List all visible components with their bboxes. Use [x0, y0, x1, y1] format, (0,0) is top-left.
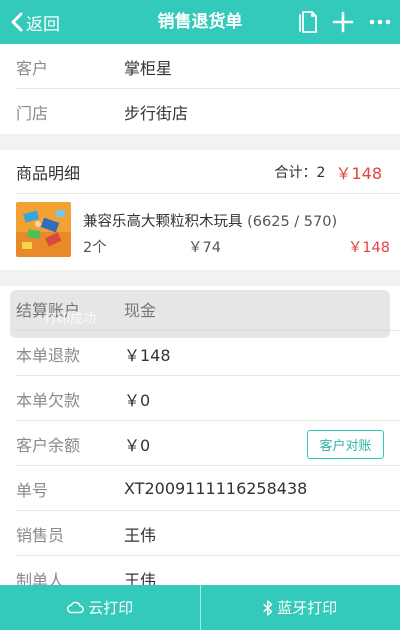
- cloud-print-button[interactable]: 云打印: [0, 585, 200, 630]
- creator-label: 制单人: [16, 570, 65, 586]
- creator-value: 王伟: [124, 570, 157, 586]
- back-button[interactable]: 返回: [10, 0, 60, 44]
- bluetooth-icon: [263, 599, 273, 616]
- debt-row: 本单欠款 ￥0: [0, 376, 400, 421]
- reconcile-button[interactable]: 客户对账: [307, 430, 384, 459]
- customer-label: 客户: [16, 58, 49, 78]
- store-row[interactable]: 门店 步行街店: [0, 89, 400, 134]
- bluetooth-print-button[interactable]: 蓝牙打印: [201, 585, 400, 630]
- back-label: 返回: [26, 14, 60, 35]
- product-quantity: 2个: [83, 240, 107, 256]
- section-gap: [0, 270, 400, 286]
- chevron-left-icon: [11, 12, 23, 32]
- product-title: 兼容乐高大颗粒积木玩具: [83, 214, 243, 230]
- more-icon[interactable]: [368, 0, 392, 44]
- nav-bar: 返回 销售退货单: [0, 0, 400, 44]
- order-info-section: 客户 掌柜星 门店 步行街店: [0, 44, 400, 134]
- customer-value: 掌柜星: [124, 58, 173, 78]
- salesperson-row[interactable]: 销售员 王伟: [0, 511, 400, 556]
- cloud-print-label: 云打印: [88, 599, 134, 617]
- product-thumbnail: [16, 202, 71, 257]
- product-unit-price: ￥74: [188, 240, 221, 256]
- section-gap: [0, 134, 400, 150]
- goods-section-title: 商品明细: [16, 164, 81, 183]
- balance-row: 客户余额 ￥0 客户对账: [0, 421, 400, 466]
- store-label: 门店: [16, 103, 49, 123]
- product-total: ￥148: [347, 240, 390, 256]
- add-icon[interactable]: [331, 0, 355, 44]
- balance-label: 客户余额: [16, 435, 81, 455]
- bluetooth-print-label: 蓝牙打印: [277, 599, 338, 617]
- order-number-value: XT2009111116258438: [124, 479, 308, 498]
- debt-value: ￥0: [124, 390, 151, 410]
- salesperson-value: 王伟: [124, 525, 157, 545]
- goods-summary: 合计：2: [275, 162, 326, 182]
- toast-message: 打印成功: [10, 290, 390, 338]
- order-number-row: 单号 XT2009111116258438: [0, 466, 400, 511]
- product-codes: (6625 / 570): [247, 214, 338, 230]
- goods-list-item[interactable]: 兼容乐高大颗粒积木玩具 (6625 / 570) 2个 ￥74 ￥148: [0, 194, 400, 270]
- creator-row: 制单人 王伟: [0, 556, 400, 586]
- product-name: 兼容乐高大颗粒积木玩具 (6625 / 570): [83, 210, 337, 231]
- store-value: 步行街店: [124, 103, 189, 123]
- bottom-action-bar: 云打印 蓝牙打印: [0, 585, 400, 630]
- document-icon[interactable]: [296, 0, 320, 44]
- debt-label: 本单欠款: [16, 390, 81, 410]
- summary-label: 合计：: [274, 165, 317, 181]
- balance-value: ￥0: [124, 435, 151, 455]
- refund-value: ￥148: [124, 345, 171, 365]
- customer-row[interactable]: 客户 掌柜星: [0, 44, 400, 89]
- toast-text: 打印成功: [44, 312, 97, 327]
- cloud-icon: [67, 601, 85, 614]
- salesperson-label: 销售员: [16, 525, 65, 545]
- summary-amount: ￥148: [335, 164, 382, 183]
- summary-count: 2: [316, 165, 326, 181]
- order-number-label: 单号: [16, 480, 49, 500]
- goods-section: 商品明细 合计：2 ￥148 兼容乐高大颗粒积木玩具 (6625 / 570) …: [0, 150, 400, 270]
- goods-header: 商品明细 合计：2 ￥148: [0, 150, 400, 194]
- refund-label: 本单退款: [16, 345, 81, 365]
